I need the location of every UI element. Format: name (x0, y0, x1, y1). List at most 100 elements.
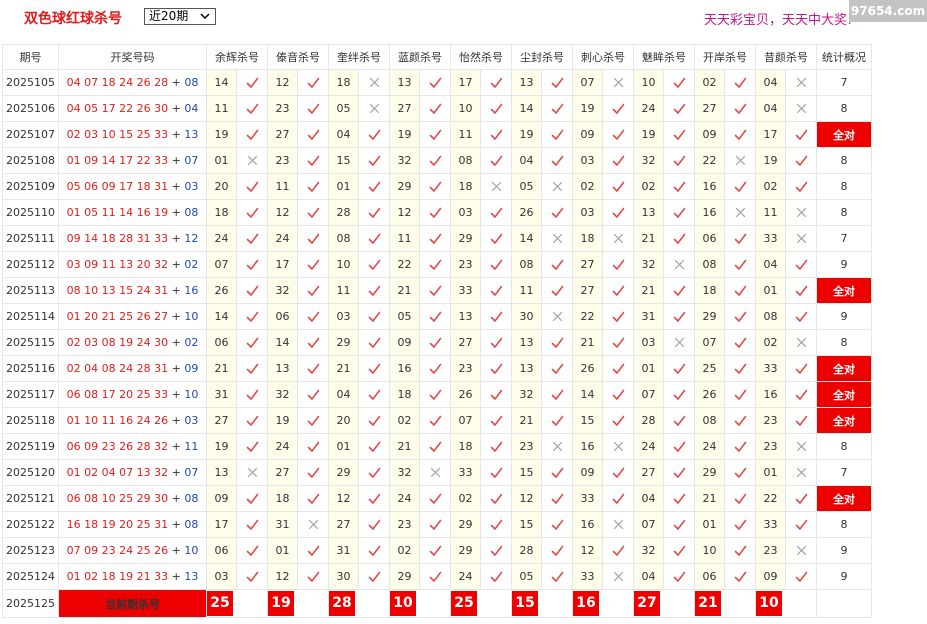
check-icon (368, 363, 380, 374)
table-row: 2025108 01 09 14 17 22 33 + 07 01 23 15 32 08 0… (2, 147, 872, 174)
check-icon (734, 285, 746, 296)
kill-number: 33 (755, 511, 786, 538)
draw-numbers: 08 10 13 15 24 31 + 16 (58, 277, 207, 304)
kill-number: 24 (206, 225, 237, 252)
kill-number: 04 (328, 121, 359, 148)
kill-number: 27 (450, 329, 481, 356)
hit-mark (602, 485, 634, 512)
kill-number: 19 (206, 121, 237, 148)
check-icon (734, 103, 746, 114)
hit-mark (297, 199, 329, 226)
check-icon (490, 571, 502, 582)
kill-number: 02 (389, 537, 420, 564)
kill-number: 32 (633, 537, 664, 564)
plus-sign: + (168, 180, 185, 193)
hit-mark (480, 225, 512, 252)
red-balls: 02 04 08 24 28 31 (66, 362, 169, 375)
kill-number: 33 (572, 485, 603, 512)
hit-mark (236, 329, 268, 356)
hit-mark (785, 407, 817, 434)
issue-number: 2025107 (2, 121, 59, 148)
hit-mark (541, 537, 573, 564)
column-header: 刺心杀号 (572, 44, 634, 70)
kill-number: 16 (694, 173, 725, 200)
blue-ball: 07 (184, 466, 199, 479)
hit-mark (358, 173, 390, 200)
red-balls: 06 08 17 20 25 33 (66, 388, 169, 401)
kill-number: 29 (328, 329, 359, 356)
kill-number: 13 (511, 355, 542, 382)
table-row: 2025114 01 20 21 25 26 27 + 10 14 06 03 05 13 3… (2, 303, 872, 330)
miss-mark (724, 199, 756, 226)
hit-mark (663, 511, 695, 538)
miss-mark (602, 563, 634, 590)
issue-number: 2025120 (2, 459, 59, 486)
check-icon (490, 129, 502, 140)
check-icon (734, 493, 746, 504)
hit-mark (419, 485, 451, 512)
kill-number: 06 (694, 225, 725, 252)
period-select[interactable]: 近20期 (144, 8, 216, 25)
kill-number: 11 (450, 121, 481, 148)
check-icon (368, 181, 380, 192)
draw-numbers: 02 03 08 19 24 30 + 02 (58, 329, 207, 356)
kill-number: 02 (633, 173, 664, 200)
miss-mark (602, 511, 634, 538)
kill-number: 19 (511, 121, 542, 148)
kill-number: 22 (755, 485, 786, 512)
hit-mark (358, 251, 390, 278)
hit-mark (602, 173, 634, 200)
correct-count: 9 (816, 303, 872, 330)
draw-numbers: 02 04 08 24 28 31 + 09 (58, 355, 207, 382)
hit-mark (419, 173, 451, 200)
kill-number: 14 (206, 303, 237, 330)
check-icon (246, 389, 258, 400)
cross-icon (613, 519, 623, 530)
red-balls: 02 03 10 15 25 33 (66, 128, 169, 141)
hit-mark (419, 95, 451, 122)
check-icon (490, 311, 502, 322)
check-icon (490, 155, 502, 166)
kill-number: 23 (511, 433, 542, 460)
hit-mark (663, 433, 695, 460)
plus-sign: + (168, 518, 185, 531)
check-icon (795, 129, 807, 140)
correct-count: 9 (816, 563, 872, 590)
hit-mark (480, 303, 512, 330)
hit-mark (419, 407, 451, 434)
kill-number: 01 (267, 537, 298, 564)
check-icon (307, 467, 319, 478)
check-icon (612, 363, 624, 374)
check-icon (734, 571, 746, 582)
kill-number: 12 (328, 485, 359, 512)
check-icon (368, 467, 380, 478)
blue-ball: 02 (184, 336, 199, 349)
hit-mark (724, 173, 756, 200)
issue-number: 2025112 (2, 251, 59, 278)
kill-number: 18 (694, 277, 725, 304)
miss-mark (541, 303, 573, 330)
table-row: 2025113 08 10 13 15 24 31 + 16 26 32 11 21 33 1… (2, 277, 872, 304)
hit-mark (724, 407, 756, 434)
draw-numbers: 07 09 23 24 25 26 + 10 (58, 537, 207, 564)
check-icon (612, 311, 624, 322)
kill-number: 08 (511, 251, 542, 278)
check-icon (368, 441, 380, 452)
check-icon (429, 571, 441, 582)
current-kill-number: 16 (573, 591, 599, 616)
blue-ball: 08 (184, 518, 199, 531)
kill-number: 32 (633, 147, 664, 174)
kill-number: 07 (572, 69, 603, 96)
issue-number: 2025108 (2, 147, 59, 174)
kill-number: 05 (328, 95, 359, 122)
hit-mark (541, 563, 573, 590)
check-icon (429, 155, 441, 166)
issue-number: 2025118 (2, 407, 59, 434)
plus-sign: + (168, 388, 185, 401)
check-icon (551, 415, 563, 426)
draw-numbers: 09 14 18 28 31 33 + 12 (58, 225, 207, 252)
current-issue-number: 2025125 (2, 589, 59, 618)
marquee-text: 天天彩宝贝，天天中大奖! (704, 13, 853, 28)
hit-mark (236, 563, 268, 590)
kill-number: 31 (206, 381, 237, 408)
